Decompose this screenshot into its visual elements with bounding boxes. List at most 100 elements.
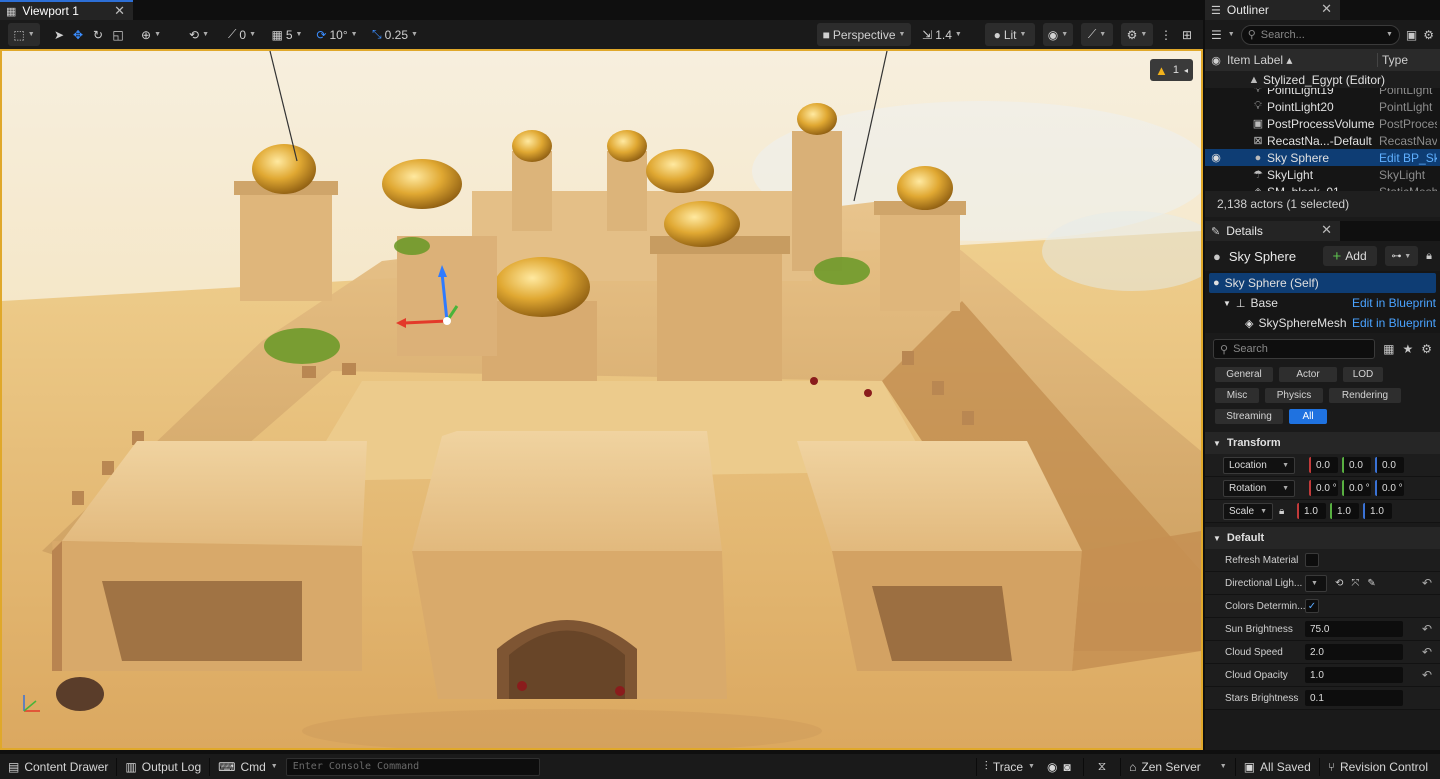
console-command-input[interactable]: Enter Console Command	[285, 757, 540, 776]
close-icon[interactable]: ✕	[1321, 222, 1332, 238]
reset-icon[interactable]: ↶	[1422, 622, 1432, 636]
close-icon[interactable]: ✕	[114, 3, 125, 19]
location-y-field[interactable]: 0.0	[1342, 457, 1371, 473]
close-icon[interactable]: ✕	[1321, 1, 1332, 17]
scale-x-field[interactable]: 1.0	[1297, 503, 1326, 519]
filter-chip-all[interactable]: All	[1289, 409, 1327, 424]
lighting-mode-dropdown[interactable]: ● Lit ▼	[985, 23, 1035, 46]
derived-data-icon[interactable]: ⧖	[1098, 759, 1106, 774]
filter-chip-misc[interactable]: Misc	[1215, 388, 1259, 403]
transform-section-header[interactable]: ▼ Transform	[1205, 432, 1440, 454]
outliner-row[interactable]: ◈SM_block_01StaticMesh	[1205, 183, 1440, 192]
settings-dropdown[interactable]: ⚙ ▼	[1121, 23, 1153, 46]
outliner-row[interactable]: ☂ SkyLight SkyLight	[1205, 166, 1440, 183]
screenshot-icon[interactable]: ◙	[1063, 760, 1070, 774]
visibility-column-eye-icon[interactable]: ◉	[1205, 54, 1227, 67]
outliner-row[interactable]: ⊠ RecastNa...-Default RecastNav	[1205, 132, 1440, 149]
colors-determined-checkbox[interactable]: ✓	[1305, 599, 1319, 613]
lock-icon[interactable]: 🔒︎	[1426, 250, 1432, 263]
rotation-z-field[interactable]: 0.0 °	[1375, 480, 1404, 496]
filter-chip-actor[interactable]: Actor	[1279, 367, 1337, 382]
scale-snap-button[interactable]: ⤡ 0.25 ▼	[370, 23, 420, 46]
table-view-icon[interactable]: ▦	[1383, 342, 1394, 356]
show-flags-dropdown[interactable]: ◉ ▼	[1043, 23, 1073, 46]
angle-snap-button[interactable]: ⟳ 10° ▼	[314, 23, 360, 46]
cmd-dropdown[interactable]: ⌨ Cmd ▼	[210, 754, 286, 779]
level-viewport[interactable]: ▲ 1 ◂	[0, 49, 1203, 750]
default-section-header[interactable]: ▼ Default	[1205, 527, 1440, 549]
outliner-row[interactable]: ▣PostProcessVolume PostProcess	[1205, 115, 1440, 132]
reset-icon[interactable]: ↶	[1422, 576, 1432, 590]
rotation-y-field[interactable]: 0.0 °	[1342, 480, 1371, 496]
revision-control-button[interactable]: ⑂ Revision Control	[1320, 754, 1436, 779]
pick-actor-icon[interactable]: ⤧	[1351, 578, 1359, 589]
filter-chip-rendering[interactable]: Rendering	[1329, 388, 1401, 403]
surface-snap-button[interactable]: ⟲ ▼	[184, 23, 214, 46]
column-type[interactable]: Type	[1377, 53, 1408, 67]
tab-outliner[interactable]: ☰ Outliner ✕	[1205, 0, 1340, 20]
eye-icon[interactable]: ◉	[1205, 151, 1227, 164]
select-tool-button[interactable]: ➤	[50, 23, 68, 46]
coordinate-space-button[interactable]: ⊕ ▼	[138, 23, 164, 46]
lock-icon[interactable]: 🔒︎	[1279, 506, 1295, 517]
filter-icon[interactable]: ☰	[1211, 28, 1222, 42]
location-x-field[interactable]: 0.0	[1309, 457, 1338, 473]
warning-indicator[interactable]: ▲ 1 ◂	[1150, 59, 1193, 81]
cloud-speed-field[interactable]: 2.0	[1305, 644, 1403, 660]
output-log-button[interactable]: ▥ Output Log	[117, 754, 209, 779]
directional-light-dropdown[interactable]: ▼	[1305, 574, 1327, 592]
component-self-row[interactable]: ● Sky Sphere (Self)	[1209, 273, 1436, 293]
reset-icon[interactable]: ↶	[1422, 668, 1432, 682]
star-icon[interactable]: ★	[1402, 342, 1413, 356]
rotation-x-field[interactable]: 0.0 °	[1309, 480, 1338, 496]
tab-details[interactable]: ✎ Details ✕	[1205, 221, 1340, 241]
scale-dropdown[interactable]: Scale ▼	[1223, 502, 1273, 520]
scale-z-field[interactable]: 1.0	[1363, 503, 1392, 519]
layout-button[interactable]: ⊞	[1177, 23, 1197, 46]
translate-tool-button[interactable]: ✥	[68, 23, 88, 46]
scale-y-field[interactable]: 1.0	[1330, 503, 1359, 519]
rotate-tool-button[interactable]: ↻	[88, 23, 108, 46]
add-folder-icon[interactable]: ▣	[1406, 28, 1417, 42]
eyedropper-icon[interactable]: ✎	[1367, 578, 1375, 589]
content-drawer-button[interactable]: ▤ Content Drawer	[0, 754, 116, 779]
camera-speed-button[interactable]: ⇲ 1.4 ▼	[917, 23, 967, 46]
select-mode-button[interactable]: ⬚ ▼	[8, 23, 40, 46]
rotation-snap-button[interactable]: ⟋ 0 ▼	[224, 23, 260, 46]
filter-chip-streaming[interactable]: Streaming	[1215, 409, 1283, 424]
settings-icon[interactable]: ⚙	[1423, 28, 1434, 42]
outliner-row[interactable]: ◉ ● Sky Sphere Edit BP_Sky	[1205, 149, 1440, 166]
chevron-down-icon[interactable]: ▼	[1228, 31, 1235, 38]
settings-icon[interactable]: ⚙	[1421, 342, 1432, 356]
edit-in-blueprint-link[interactable]: Edit in Blueprint	[1352, 316, 1440, 330]
location-dropdown[interactable]: Location ▼	[1223, 456, 1295, 474]
reset-icon[interactable]: ↶	[1422, 645, 1432, 659]
browse-icon[interactable]: ⟲	[1335, 578, 1343, 589]
view-mode-dropdown[interactable]: ■ Perspective ▼	[817, 23, 911, 46]
filter-chip-general[interactable]: General	[1215, 367, 1273, 382]
performance-dropdown[interactable]: ⟋ ▼	[1081, 23, 1113, 46]
location-z-field[interactable]: 0.0	[1375, 457, 1404, 473]
stars-brightness-field[interactable]: 0.1	[1305, 690, 1403, 706]
scale-tool-button[interactable]: ◱	[108, 23, 128, 46]
details-search-input[interactable]: ⚲ Search	[1213, 339, 1376, 359]
blueprint-options-button[interactable]: ⊶ ▼	[1384, 246, 1419, 266]
record-icon[interactable]: ◉	[1047, 760, 1057, 774]
component-mesh-row[interactable]: ◈ SkySphereMesh Edit in Blueprint	[1205, 313, 1440, 333]
cloud-opacity-field[interactable]: 1.0	[1305, 667, 1403, 683]
edit-in-blueprint-link[interactable]: Edit in Blueprint	[1352, 296, 1440, 310]
component-base-row[interactable]: ▼ ⊥ Base Edit in Blueprint	[1205, 293, 1440, 313]
more-options-button[interactable]: ⋮	[1159, 23, 1173, 46]
refresh-material-checkbox[interactable]	[1305, 553, 1319, 567]
sun-brightness-field[interactable]: 75.0	[1305, 621, 1403, 637]
grid-snap-button[interactable]: ▦ 5 ▼	[270, 23, 304, 46]
tab-viewport-1[interactable]: ▦ Viewport 1 ✕	[0, 0, 133, 20]
outliner-search-input[interactable]: ⚲ Search... ▼	[1240, 24, 1400, 45]
column-item-label[interactable]: Item Label ▴	[1227, 53, 1377, 67]
zen-server-dropdown[interactable]: ⌂ Zen Server ▼	[1121, 754, 1235, 779]
all-saved-button[interactable]: ▣ All Saved	[1236, 754, 1319, 779]
world-row[interactable]: ▲ Stylized_Egypt (Editor)	[1205, 71, 1440, 88]
rotation-dropdown[interactable]: Rotation ▼	[1223, 479, 1295, 497]
outliner-row[interactable]: 💡︎ PointLight20 PointLight	[1205, 98, 1440, 115]
filter-chip-physics[interactable]: Physics	[1265, 388, 1323, 403]
